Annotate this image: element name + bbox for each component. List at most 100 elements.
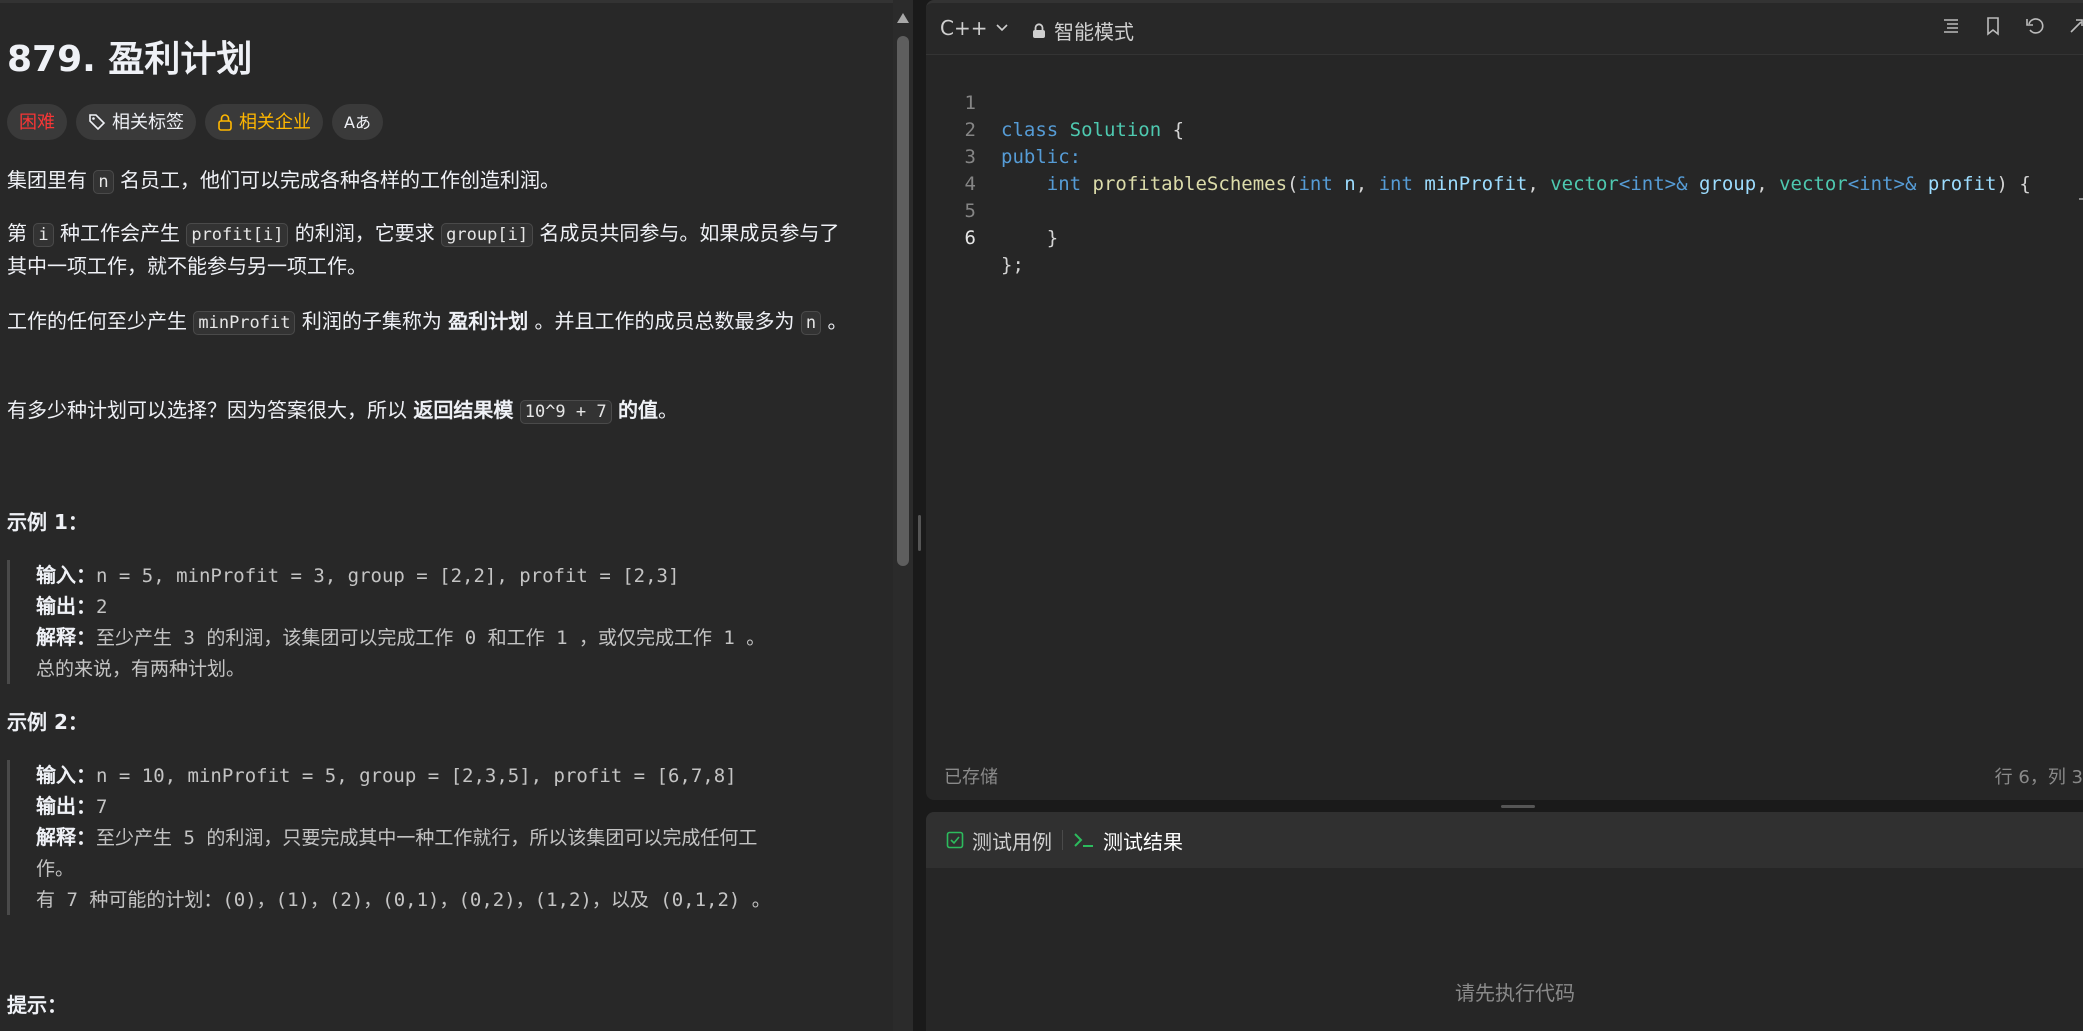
line-number: 6 bbox=[964, 227, 976, 249]
p1-text-b: 名员工，他们可以完成各种各样的工作创造利润。 bbox=[113, 168, 560, 192]
bookmark-icon[interactable] bbox=[1983, 16, 2003, 36]
difficulty-badge: 困难 bbox=[7, 104, 67, 140]
example-2-output: 7 bbox=[96, 796, 108, 818]
code-area[interactable]: 1 class Solution { 2 public: 3 int profi… bbox=[926, 63, 2083, 276]
problem-title: 879. 盈利计划 bbox=[7, 39, 253, 80]
format-icon[interactable] bbox=[1941, 16, 1961, 36]
example-2-block: 输入：n = 10, minProfit = 5, group = [2,3,5… bbox=[7, 760, 857, 915]
example-2-output-row: 输出：7 bbox=[36, 791, 857, 822]
splitter-grip[interactable] bbox=[918, 515, 921, 551]
closing-brace: } bbox=[1046, 227, 1059, 249]
example-1-input: n = 5, minProfit = 3, group = [2,2], pro… bbox=[96, 565, 680, 587]
editor-toolbar: C++ 智能模式 bbox=[926, 3, 2083, 55]
reset-icon[interactable] bbox=[2025, 16, 2045, 36]
example-2-explain-row-1b: 作。 bbox=[36, 853, 857, 884]
editor-tools bbox=[1941, 16, 2083, 36]
input-label: 输入： bbox=[36, 563, 96, 587]
description-scrollbar-thumb[interactable] bbox=[897, 36, 909, 566]
companies-tag-button[interactable]: 相关企业 bbox=[205, 104, 323, 140]
p4-space-a bbox=[513, 398, 519, 422]
vertical-splitter[interactable] bbox=[913, 0, 926, 1031]
tab-testresults-label: 测试结果 bbox=[1103, 829, 1183, 854]
topics-tag-label: 相关标签 bbox=[112, 111, 184, 133]
example-1-explain: 至少产生 3 的利润，该集团可以完成工作 0 和工作 1 ，或仅完成工作 1 。 bbox=[96, 627, 766, 649]
scroll-up-arrow-icon[interactable] bbox=[897, 13, 909, 23]
tab-divider bbox=[1062, 830, 1063, 850]
code-line: 2 public: bbox=[926, 90, 2083, 168]
example-2-input-row: 输入：n = 10, minProfit = 5, group = [2,3,5… bbox=[36, 760, 857, 791]
tab-testcases-label: 测试用例 bbox=[972, 829, 1052, 854]
paragraph-3: 工作的任何至少产生 minProfit 利润的子集称为 盈利计划 。并且工作的成… bbox=[7, 306, 857, 339]
inline-code-n: n bbox=[93, 170, 114, 194]
mode-label: 智能模式 bbox=[1054, 20, 1134, 44]
p3-text-b: 利润的子集称为 bbox=[295, 309, 449, 333]
example-2-explain-row: 解释：至少产生 5 的利润，只要完成其中一种工作就行，所以该集团可以完成任何工 bbox=[36, 822, 857, 853]
test-panel-tabs: 测试用例 测试结果 bbox=[926, 812, 2083, 868]
problem-tags: 困难 相关标签 相关企业 Aあ bbox=[7, 104, 383, 140]
test-panel: 测试用例 测试结果 请先执行代码 bbox=[926, 812, 2083, 1031]
terminal-icon bbox=[1074, 833, 1093, 847]
description-panel: 879. 盈利计划 困难 相关标签 相关企业 Aあ 集团里有 n 名员工，他们可… bbox=[0, 0, 913, 1031]
language-selector[interactable]: C++ bbox=[940, 16, 1009, 40]
p2-text-c: 的利润，它要求 bbox=[288, 221, 442, 245]
code-line: 5 } bbox=[926, 171, 2083, 249]
tag-icon bbox=[89, 114, 106, 131]
checkbox-icon bbox=[946, 831, 964, 849]
inline-code-i: i bbox=[33, 223, 54, 247]
horizontal-splitter[interactable] bbox=[926, 800, 2083, 812]
p3-bold: 盈利计划 bbox=[448, 309, 529, 333]
topics-tag-button[interactable]: 相关标签 bbox=[76, 104, 196, 140]
editor-status-bar: 已存储 行 6，列 3 bbox=[926, 763, 2083, 793]
inline-code-n-2: n bbox=[800, 311, 822, 335]
p4-bold-b: 的值 bbox=[617, 398, 658, 422]
code-line: 1 class Solution { bbox=[926, 63, 2083, 141]
overview-ruler-mark bbox=[2079, 198, 2083, 200]
inline-code-mod: 10^9 + 7 bbox=[519, 400, 612, 424]
language-label: C++ bbox=[940, 16, 988, 40]
p4-text-a: 有多少种计划可以选择？因为答案很大，所以 bbox=[7, 398, 414, 422]
example-1-input-row: 输入：n = 5, minProfit = 3, group = [2,2], … bbox=[36, 560, 857, 591]
paragraph-4: 有多少种计划可以选择？因为答案很大，所以 返回结果模 10^9 + 7 的值。 bbox=[7, 395, 857, 428]
lock-icon bbox=[1033, 22, 1045, 38]
line-content: }; bbox=[1001, 254, 1024, 276]
splitter-grip[interactable] bbox=[1501, 805, 1535, 808]
p4-bold-a: 返回结果模 bbox=[413, 398, 514, 422]
panel-top-border bbox=[0, 0, 913, 3]
example-2-explain: 至少产生 5 的利润，只要完成其中一种工作就行，所以该集团可以完成任何工 bbox=[96, 827, 758, 849]
saved-status: 已存储 bbox=[944, 767, 998, 788]
code-editor-panel: C++ 智能模式 1 class Solution { 2 public: 3 … bbox=[926, 0, 2083, 800]
example-1-output-row: 输出：2 bbox=[36, 591, 857, 622]
tab-testcases[interactable]: 测试用例 bbox=[946, 826, 1052, 855]
output-label: 输出： bbox=[36, 794, 96, 818]
p3-text-d: 。 bbox=[821, 309, 848, 333]
cursor-position: 行 6，列 3 bbox=[1994, 767, 2083, 788]
example-1-explain-row-2: 总的来说，有两种计划。 bbox=[36, 653, 857, 684]
p2-text-b: 种工作会产生 bbox=[53, 221, 187, 245]
example-1-output: 2 bbox=[96, 596, 108, 618]
expand-icon[interactable] bbox=[2067, 16, 2083, 36]
code-line: 4 bbox=[926, 144, 2083, 195]
code-line: 3 int profitableSchemes(int n, int minPr… bbox=[926, 117, 2083, 195]
leetcode-workspace: 879. 盈利计划 困难 相关标签 相关企业 Aあ 集团里有 n 名员工，他们可… bbox=[0, 0, 2083, 1031]
explain-label: 解释： bbox=[36, 625, 96, 649]
example-2-explain-wrap: 作。 bbox=[36, 858, 75, 880]
p2-text-a: 第 bbox=[7, 221, 34, 245]
example-2-input: n = 10, minProfit = 5, group = [2,3,5], … bbox=[96, 765, 737, 787]
translate-icon: Aあ bbox=[344, 112, 371, 132]
chevron-down-icon bbox=[996, 24, 1009, 32]
paragraph-2: 第 i 种工作会产生 profit[i] 的利润，它要求 group[i] 名成… bbox=[7, 218, 857, 282]
output-label: 输出： bbox=[36, 594, 96, 618]
example-2-explain-row-2: 有 7 种可能的计划：(0)，(1)，(2)，(0,1)，(0,2)，(1,2)… bbox=[36, 884, 857, 915]
example-1-explain-row: 解释：至少产生 3 的利润，该集团可以完成工作 0 和工作 1 ，或仅完成工作 … bbox=[36, 622, 857, 653]
inline-code-minprofit: minProfit bbox=[193, 311, 296, 335]
p3-text-a: 工作的任何至少产生 bbox=[7, 309, 194, 333]
difficulty-label: 困难 bbox=[19, 111, 55, 133]
smart-mode-toggle[interactable]: 智能模式 bbox=[1032, 16, 1134, 45]
translate-button[interactable]: Aあ bbox=[332, 104, 383, 140]
paragraph-1: 集团里有 n 名员工，他们可以完成各种各样的工作创造利润。 bbox=[7, 165, 857, 198]
tab-testresults[interactable]: 测试结果 bbox=[1073, 826, 1183, 855]
example-1-heading: 示例 1： bbox=[7, 510, 88, 534]
code-line: 6 }; bbox=[926, 198, 2083, 276]
lock-icon bbox=[218, 114, 232, 131]
example-1-explain-2: 总的来说，有两种计划。 bbox=[36, 658, 246, 680]
